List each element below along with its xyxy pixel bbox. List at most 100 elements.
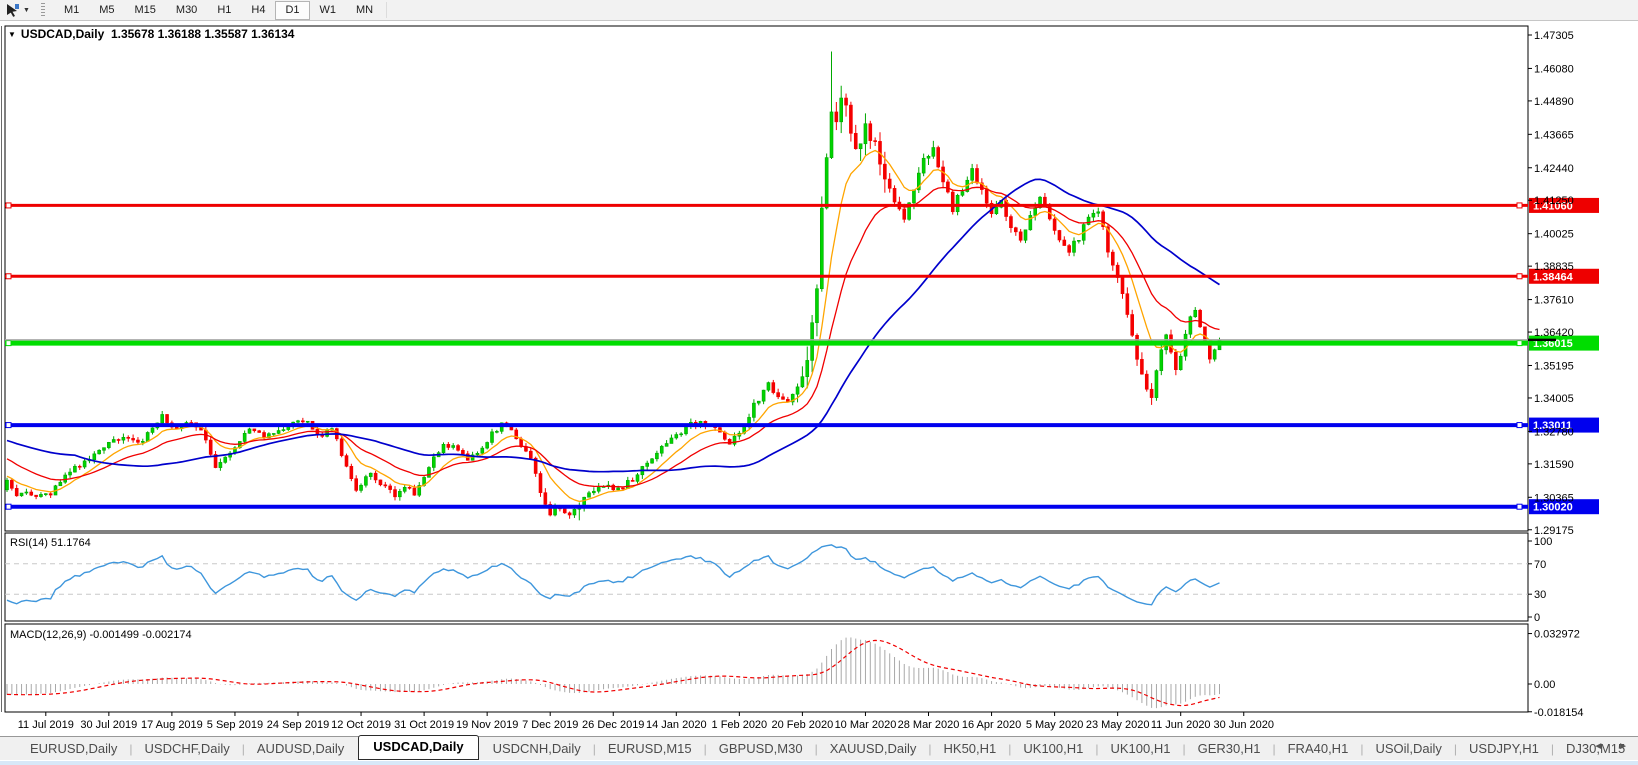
hline-handle[interactable] — [6, 341, 11, 346]
toolbar-grip-handle[interactable] — [41, 3, 45, 17]
date-axis-label: 1 Feb 2020 — [712, 719, 768, 731]
date-axis-label: 11 Jun 2020 — [1151, 719, 1211, 731]
candle-body — [869, 124, 872, 141]
candle-body — [655, 453, 658, 459]
main-chart-svg[interactable]: 1.410601.384641.360151.330111.300201.473… — [0, 22, 1638, 731]
candle-body — [1136, 335, 1139, 359]
chart-tab-eurusd-daily[interactable]: EURUSD,Daily — [18, 738, 129, 759]
timeframe-button-d1[interactable]: D1 — [275, 1, 309, 20]
candle-body — [922, 158, 925, 173]
hline-handle[interactable] — [6, 203, 11, 208]
chart-tab-hk50-h1[interactable]: HK50,H1 — [932, 738, 1009, 759]
date-axis-label: 31 Oct 2019 — [394, 719, 454, 731]
cursor-tool-icon[interactable] — [3, 2, 21, 18]
candle-body — [374, 473, 377, 480]
timeframe-button-h1[interactable]: H1 — [207, 1, 241, 20]
candle-body — [394, 490, 397, 497]
candle-body — [1024, 230, 1027, 240]
candle-body — [1034, 208, 1037, 216]
candle-body — [476, 453, 479, 455]
hline-handle[interactable] — [1517, 274, 1522, 279]
price-axis-label: 1.36420 — [1534, 327, 1574, 339]
chart-tab-xauusd-daily[interactable]: XAUUSD,Daily — [818, 738, 929, 759]
candle-body — [1126, 294, 1129, 315]
status-strip — [0, 761, 1638, 765]
chart-tab-usdjpy-h1[interactable]: USDJPY,H1 — [1457, 738, 1551, 759]
candle-body — [258, 431, 261, 433]
candle-body — [1131, 315, 1134, 336]
chart-tab-usoil-daily[interactable]: USOil,Daily — [1363, 738, 1453, 759]
candle-body — [340, 439, 343, 456]
candle-body — [942, 167, 945, 182]
candle-body — [243, 433, 246, 441]
candle-body — [859, 144, 862, 149]
candle-body — [117, 439, 120, 440]
hline-handle[interactable] — [1517, 504, 1522, 509]
timeframe-button-mn[interactable]: MN — [346, 1, 383, 20]
candle-body — [588, 493, 591, 497]
candle-body — [1150, 389, 1153, 397]
candle-body — [389, 486, 392, 490]
candle-body — [563, 509, 566, 513]
candle-body — [1053, 219, 1056, 230]
candle-body — [103, 448, 106, 451]
candle-body — [364, 477, 367, 486]
candle-body — [1063, 240, 1066, 246]
hline-handle[interactable] — [1517, 423, 1522, 428]
candle-body — [64, 475, 67, 482]
chart-tab-uk100-h1[interactable]: UK100,H1 — [1011, 738, 1095, 759]
date-axis-label: 14 Jan 2020 — [646, 719, 707, 731]
candle-body — [78, 466, 81, 467]
candle-body — [946, 182, 949, 192]
candle-body — [757, 401, 760, 403]
candle-body — [660, 446, 663, 453]
price-axis-label: 1.40025 — [1534, 229, 1574, 241]
tab-nav-arrows: ◄ ► — [1581, 741, 1628, 752]
candle-body — [136, 440, 139, 442]
timeframe-button-m15[interactable]: M15 — [125, 1, 166, 20]
price-axis-label: 1.30365 — [1534, 492, 1574, 504]
candle-body — [927, 156, 930, 158]
candle-body — [1077, 240, 1080, 241]
chart-tab-ger30-h1[interactable]: GER30,H1 — [1186, 738, 1273, 759]
chart-tab-usdchf-daily[interactable]: USDCHF,Daily — [133, 738, 242, 759]
candle-body — [20, 493, 23, 496]
hline-handle[interactable] — [6, 274, 11, 279]
chart-tab-fra40-h1[interactable]: FRA40,H1 — [1276, 738, 1361, 759]
candle-body — [10, 480, 13, 488]
chart-tab-eurusd-m15[interactable]: EURUSD,M15 — [596, 738, 704, 759]
candle-body — [39, 494, 42, 496]
chart-tab-gbpusd-m30[interactable]: GBPUSD,M30 — [707, 738, 815, 759]
candle-body — [306, 421, 309, 422]
candle-body — [806, 360, 809, 376]
chart-tab-audusd-daily[interactable]: AUDUSD,Daily — [245, 738, 356, 759]
date-axis-label: 16 Apr 2020 — [962, 719, 1021, 731]
tab-scroll-left-icon[interactable]: ◄ — [1593, 741, 1603, 752]
date-axis-label: 28 Mar 2020 — [898, 719, 960, 731]
timeframe-button-m30[interactable]: M30 — [166, 1, 207, 20]
candle-body — [282, 430, 285, 431]
timeframe-button-m1[interactable]: M1 — [54, 1, 89, 20]
chart-tab-uk100-h1[interactable]: UK100,H1 — [1099, 738, 1183, 759]
candle-body — [932, 148, 935, 157]
candle-body — [1174, 352, 1177, 370]
rsi-axis-label: 30 — [1534, 589, 1546, 601]
timeframe-button-w1[interactable]: W1 — [310, 1, 347, 20]
candle-body — [762, 390, 765, 401]
timeframe-button-h4[interactable]: H4 — [241, 1, 275, 20]
tab-scroll-right-icon[interactable]: ► — [1618, 741, 1628, 752]
candle-body — [161, 414, 164, 423]
hline-handle[interactable] — [6, 423, 11, 428]
candle-body — [772, 383, 775, 393]
hline-handle[interactable] — [1517, 341, 1522, 346]
candle-body — [248, 429, 251, 433]
candle-body — [345, 456, 348, 467]
cursor-tool-caret-icon[interactable]: ▼ — [23, 7, 30, 14]
hline-handle[interactable] — [1517, 203, 1522, 208]
candle-body — [1121, 278, 1124, 294]
timeframe-button-m5[interactable]: M5 — [89, 1, 124, 20]
price-axis-label: 1.38835 — [1534, 261, 1574, 273]
hline-handle[interactable] — [6, 504, 11, 509]
chart-tab-usdcad-daily[interactable]: USDCAD,Daily — [358, 735, 478, 760]
chart-tab-usdcnh-daily[interactable]: USDCNH,Daily — [481, 738, 593, 759]
